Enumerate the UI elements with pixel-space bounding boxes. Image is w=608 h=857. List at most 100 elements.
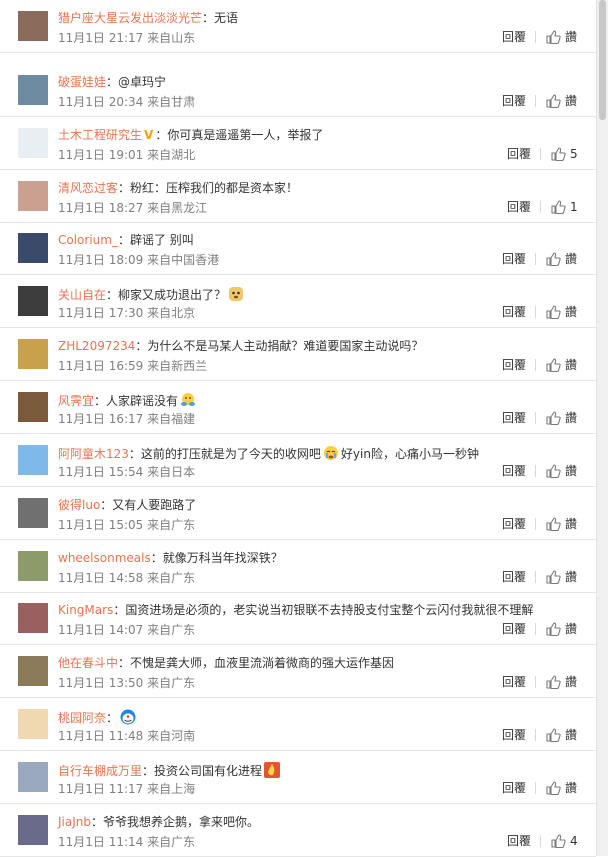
comment-item: JiaJnb：爷爷我想养企鹅，拿来吧你。 11月1日 11:14 来自广东 回覆 4 [0,804,596,857]
avatar[interactable] [18,656,48,686]
comment-location: 来自上海 [147,782,196,796]
avatar[interactable] [18,551,48,581]
comment-username[interactable]: ZHL2097234 [58,339,135,353]
comment-text: ：爷爷我想养企鹅，拿来吧你。 [91,815,260,829]
reply-button[interactable]: 回覆 [502,727,526,743]
comment-line: 关山自在：柳家又成功退出了？ [58,285,578,307]
avatar[interactable] [18,392,48,422]
reply-button[interactable]: 回覆 [502,674,526,690]
avatar[interactable] [18,181,48,211]
avatar[interactable] [18,815,48,845]
reply-button[interactable]: 回覆 [502,93,526,109]
like-count: 讚 [565,517,578,531]
avatar[interactable] [18,603,48,633]
thumbs-up-icon [546,781,561,796]
comment-text: ：无语 [202,11,239,25]
thumbs-up-icon [546,517,561,532]
action-divider [535,306,536,318]
action-divider [535,782,536,794]
thumbs-up-icon [546,252,561,267]
comment-item: 阿阿童木123：这前的打压就是为了今天的收网吧 好yin险，心痛小马一秒钟 11月1… [0,434,596,487]
reply-button[interactable]: 回覆 [507,833,531,849]
comment-text: ：国资进场是必须的，老实说当初银联不去持股支付宝整个云闪付我就很不理解 [113,603,534,617]
avatar[interactable] [18,445,48,475]
comment-text: ：不愧是龚大师，血液里流淌着微商的强大运作基因 [118,656,395,670]
comment-item: Colorium_：辟谣了 别叫 11月1日 18:09 来自中国香港 回覆 讚 [0,222,596,275]
like-count: 讚 [565,570,578,584]
comment-username[interactable]: KingMars [58,603,113,617]
comment-item: 彼得luo：又有人要跑路了 11月1日 15:05 来自广东 回覆 讚 [0,487,596,540]
comment-username[interactable]: 土木工程研究生 [58,128,142,142]
comment-line: 桃园阿奈： [58,708,578,730]
comment-time: 11月1日 21:17 [58,31,144,45]
action-divider [540,201,541,213]
comment-username[interactable]: 阿阿童木123 [58,447,129,461]
avatar[interactable] [18,339,48,369]
comment-meta: 11月1日 17:30 来自北京 [58,305,195,321]
avatar[interactable] [18,128,48,158]
comment-username[interactable]: 风霁宜 [58,394,94,408]
thumbs-up-icon [546,464,561,479]
like-count: 4 [570,834,578,848]
thumbs-up-icon [551,834,566,849]
scrollbar[interactable] [596,0,608,856]
reply-button[interactable]: 回覆 [502,516,526,532]
comment-time: 11月1日 13:50 [58,676,144,690]
reply-button[interactable]: 回覆 [502,621,526,637]
comment-line: 风霁宜：人家辟谣没有 [58,391,578,413]
comment-line: 破蛋娃娃：@卓玛宁 [58,74,578,90]
avatar[interactable] [18,233,48,263]
avatar[interactable] [18,709,48,739]
comment-meta: 11月1日 16:59 来自新西兰 [58,358,207,374]
avatar[interactable] [18,498,48,528]
reply-button[interactable]: 回覆 [502,463,526,479]
comment-username[interactable]: 自行车棚成万里 [58,764,142,778]
comment-time: 11月1日 17:30 [58,306,144,320]
comment-time: 11月1日 19:01 [58,148,144,162]
comment-username[interactable]: 清风恋过客 [58,181,118,195]
comment-username[interactable]: JiaJnb [58,815,91,829]
thumbs-up-icon [546,94,561,109]
reply-button[interactable]: 回覆 [507,146,531,162]
avatar[interactable] [18,11,48,41]
like-count: 讚 [565,30,578,44]
hug-emoji-icon [179,391,197,413]
thumbs-up-icon [546,411,561,426]
reply-button[interactable]: 回覆 [502,251,526,267]
comment-username[interactable]: Colorium_ [58,233,118,247]
reply-button[interactable]: 回覆 [502,304,526,320]
comment-time: 11月1日 11:48 [58,729,144,743]
reply-button[interactable]: 回覆 [502,29,526,45]
avatar[interactable] [18,762,48,792]
comment-username[interactable]: wheelsonmeals [58,551,151,565]
scrollbar-thumb[interactable] [599,0,606,120]
comment-username[interactable]: 他在春斗中 [58,656,118,670]
comment-text: ：又有人要跑路了 [100,498,197,512]
comment-username[interactable]: 破蛋娃娃 [58,75,106,89]
avatar[interactable] [18,286,48,316]
reply-button[interactable]: 回覆 [502,410,526,426]
reply-button[interactable]: 回覆 [507,199,531,215]
reply-button[interactable]: 回覆 [502,357,526,373]
comment-time: 11月1日 20:34 [58,95,144,109]
reply-button[interactable]: 回覆 [502,569,526,585]
reply-button[interactable]: 回覆 [502,780,526,796]
comment-location: 来自广东 [147,835,196,849]
comment-text: ：这前的打压就是为了今天的收网吧 [128,447,321,461]
comment-location: 来自广东 [147,623,196,637]
comment-item: 猎户座大星云发出淡淡光芒：无语 11月1日 21:17 来自山东 回覆 讚 [0,0,596,53]
comment-username[interactable]: 桃园阿奈 [58,711,106,725]
comment-line: 阿阿童木123：这前的打压就是为了今天的收网吧 好yin险，心痛小马一秒钟 [58,444,578,466]
thumbs-up-icon [546,622,561,637]
thumbs-up-icon [551,147,566,162]
comment-username[interactable]: 猎户座大星云发出淡淡光芒 [58,11,202,25]
comment-time: 11月1日 14:58 [58,571,144,585]
comment-username[interactable]: 彼得luo [58,498,100,512]
avatar[interactable] [18,75,48,105]
comment-meta: 11月1日 13:50 来自广东 [58,675,195,691]
comment-username[interactable]: 关山自在 [58,288,106,302]
like-count: 讚 [565,94,578,108]
comment-item: 自行车棚成万里：投资公司国有化进程 11月1日 11:17 来自上海 回覆讚 [0,751,596,804]
verified-badge-icon: V [144,128,154,142]
comment-time: 11月1日 16:17 [58,412,144,426]
